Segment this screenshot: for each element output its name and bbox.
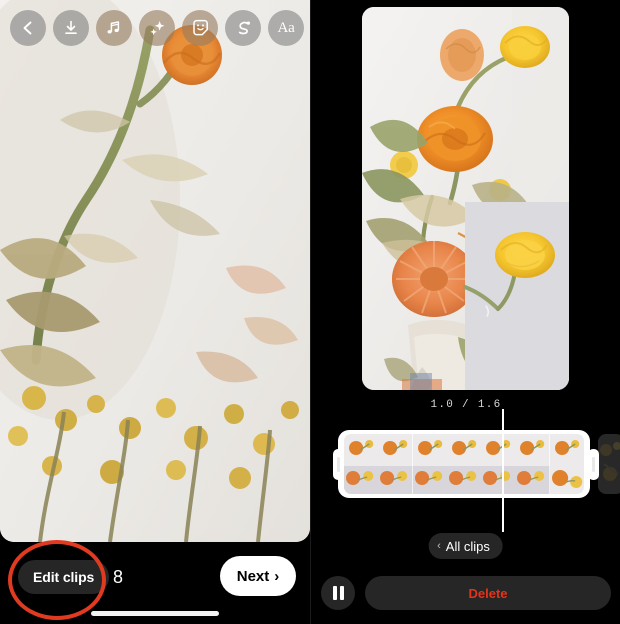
edit-clips-button[interactable]: Edit clips [18, 560, 110, 594]
filmstrip-frame[interactable] [412, 434, 447, 494]
clip-actions-bar: Delete [311, 572, 620, 614]
filmstrip-frame[interactable] [549, 434, 584, 494]
back-button[interactable] [10, 10, 46, 46]
all-clips-label: All clips [445, 538, 490, 554]
editor-screen: Aa Edit clips 8 Next › 1.0 / 1.6 ‹ All c… [0, 0, 620, 624]
trim-handle-right[interactable] [588, 449, 599, 480]
clip-preview-player[interactable] [362, 7, 569, 390]
left-panel-story-editor: Aa Edit clips 8 Next › [0, 0, 310, 624]
filmstrip-frame[interactable] [378, 434, 413, 494]
filmstrip-frame[interactable] [446, 434, 482, 494]
download-button[interactable] [53, 10, 89, 46]
filmstrip-frames [344, 434, 584, 494]
story-toolbar: Aa [0, 4, 310, 52]
pause-icon-bar-right [339, 586, 344, 600]
next-button[interactable]: Next › [220, 556, 296, 596]
sparkles-icon [148, 19, 167, 38]
story-preview-image[interactable] [0, 0, 310, 542]
filmstrip-frame[interactable] [481, 434, 516, 494]
effects-button[interactable] [139, 10, 175, 46]
squiggle-draw-icon [233, 18, 253, 38]
download-icon [62, 19, 80, 37]
story-bottom-bar: Edit clips 8 Next › [0, 542, 310, 624]
chevron-right-icon: › [274, 567, 280, 585]
time-readout: 1.0 / 1.6 [430, 399, 502, 411]
pause-icon-bar-left [332, 586, 337, 600]
text-aa-icon: Aa [277, 19, 295, 36]
filmstrip-frame[interactable] [344, 434, 379, 494]
sticker-smiley-icon [191, 19, 210, 38]
clip-timeline[interactable] [311, 430, 620, 502]
delete-button[interactable]: Delete [365, 576, 611, 610]
filmstrip-frame[interactable] [515, 434, 550, 494]
chevron-left-icon [20, 20, 36, 36]
filmstrip[interactable] [338, 430, 590, 498]
text-button[interactable]: Aa [268, 10, 304, 46]
home-indicator [91, 611, 219, 616]
clip-count-label: 8 [113, 566, 124, 587]
chevron-left-icon: ‹ [437, 539, 441, 552]
music-button[interactable] [96, 10, 132, 46]
all-clips-button[interactable]: ‹ All clips [428, 533, 503, 559]
right-panel-clip-editor: 1.0 / 1.6 ‹ All clips Delete [310, 0, 620, 624]
playhead-indicator[interactable] [502, 409, 504, 532]
trim-handle-left[interactable] [333, 449, 344, 480]
next-button-label: Next [236, 567, 270, 585]
music-note-icon [105, 19, 123, 37]
pause-button[interactable] [321, 576, 355, 610]
draw-button[interactable] [225, 10, 261, 46]
next-clip-thumbnail[interactable] [598, 434, 620, 494]
sticker-button[interactable] [182, 10, 218, 46]
